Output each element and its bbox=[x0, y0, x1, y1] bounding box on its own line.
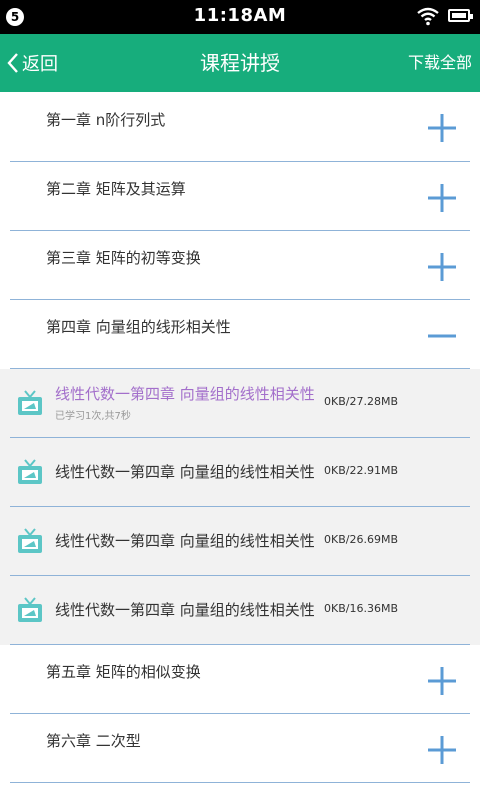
chapter-label: 第三章 矩阵的初等变换 bbox=[46, 249, 201, 267]
lesson-title: 线性代数一第四章 向量组的线性相关性 bbox=[55, 463, 315, 481]
plus-icon[interactable] bbox=[428, 114, 456, 142]
app-header: 返回 课程讲授 下载全部 bbox=[0, 34, 480, 92]
chapter-label: 第五章 矩阵的相似变换 bbox=[46, 663, 201, 681]
divider bbox=[10, 782, 470, 783]
status-bar: 5 11:18AM bbox=[0, 0, 480, 34]
lesson-size: 0KB/16.36MB bbox=[324, 602, 398, 615]
plus-icon[interactable] bbox=[428, 253, 456, 281]
plus-icon[interactable] bbox=[428, 184, 456, 212]
download-all-button[interactable]: 下载全部 bbox=[408, 34, 472, 92]
plus-icon[interactable] bbox=[428, 736, 456, 764]
lesson-title: 线性代数一第四章 向量组的线性相关性 bbox=[55, 385, 315, 403]
course-list: 第一章 n阶行列式 第二章 矩阵及其运算 第三章 矩阵的初等变换 第四章 向量组… bbox=[0, 92, 480, 783]
chapter-row[interactable]: 第二章 矩阵及其运算 bbox=[0, 162, 480, 231]
chapter-label: 第四章 向量组的线形相关性 bbox=[46, 318, 231, 336]
lesson-row[interactable]: 线性代数一第四章 向量组的线性相关性 0KB/26.69MB bbox=[0, 507, 480, 576]
lesson-size: 0KB/22.91MB bbox=[324, 464, 398, 477]
lesson-size: 0KB/27.28MB bbox=[324, 395, 398, 408]
chapter-row[interactable]: 第三章 矩阵的初等变换 bbox=[0, 231, 480, 300]
battery-icon bbox=[448, 9, 473, 22]
chapter-row[interactable]: 第六章 二次型 bbox=[0, 714, 480, 783]
wifi-icon bbox=[417, 7, 439, 26]
lesson-row[interactable]: 线性代数一第四章 向量组的线性相关性 0KB/22.91MB bbox=[0, 438, 480, 507]
lesson-row[interactable]: 线性代数一第四章 向量组的线性相关性 已学习1次,共7秒 0KB/27.28MB bbox=[0, 369, 480, 438]
tv-icon bbox=[18, 597, 42, 622]
lesson-row[interactable]: 线性代数一第四章 向量组的线性相关性 0KB/16.36MB bbox=[0, 576, 480, 645]
lesson-size: 0KB/26.69MB bbox=[324, 533, 398, 546]
lesson-title: 线性代数一第四章 向量组的线性相关性 bbox=[55, 601, 315, 619]
chapter-label: 第一章 n阶行列式 bbox=[46, 111, 166, 129]
minus-icon[interactable] bbox=[428, 322, 456, 350]
lesson-progress: 已学习1次,共7秒 bbox=[55, 411, 131, 422]
chapter-row-expanded[interactable]: 第四章 向量组的线形相关性 bbox=[0, 300, 480, 369]
tv-icon bbox=[18, 459, 42, 484]
chapter-row[interactable]: 第五章 矩阵的相似变换 bbox=[0, 645, 480, 714]
tv-icon bbox=[18, 528, 42, 553]
tv-icon bbox=[18, 390, 42, 415]
chapter-label: 第六章 二次型 bbox=[46, 732, 141, 750]
chapter-row[interactable]: 第一章 n阶行列式 bbox=[0, 92, 480, 162]
lesson-title: 线性代数一第四章 向量组的线性相关性 bbox=[55, 532, 315, 550]
status-time: 11:18AM bbox=[193, 5, 287, 26]
chapter-label: 第二章 矩阵及其运算 bbox=[46, 180, 186, 198]
plus-icon[interactable] bbox=[428, 667, 456, 695]
